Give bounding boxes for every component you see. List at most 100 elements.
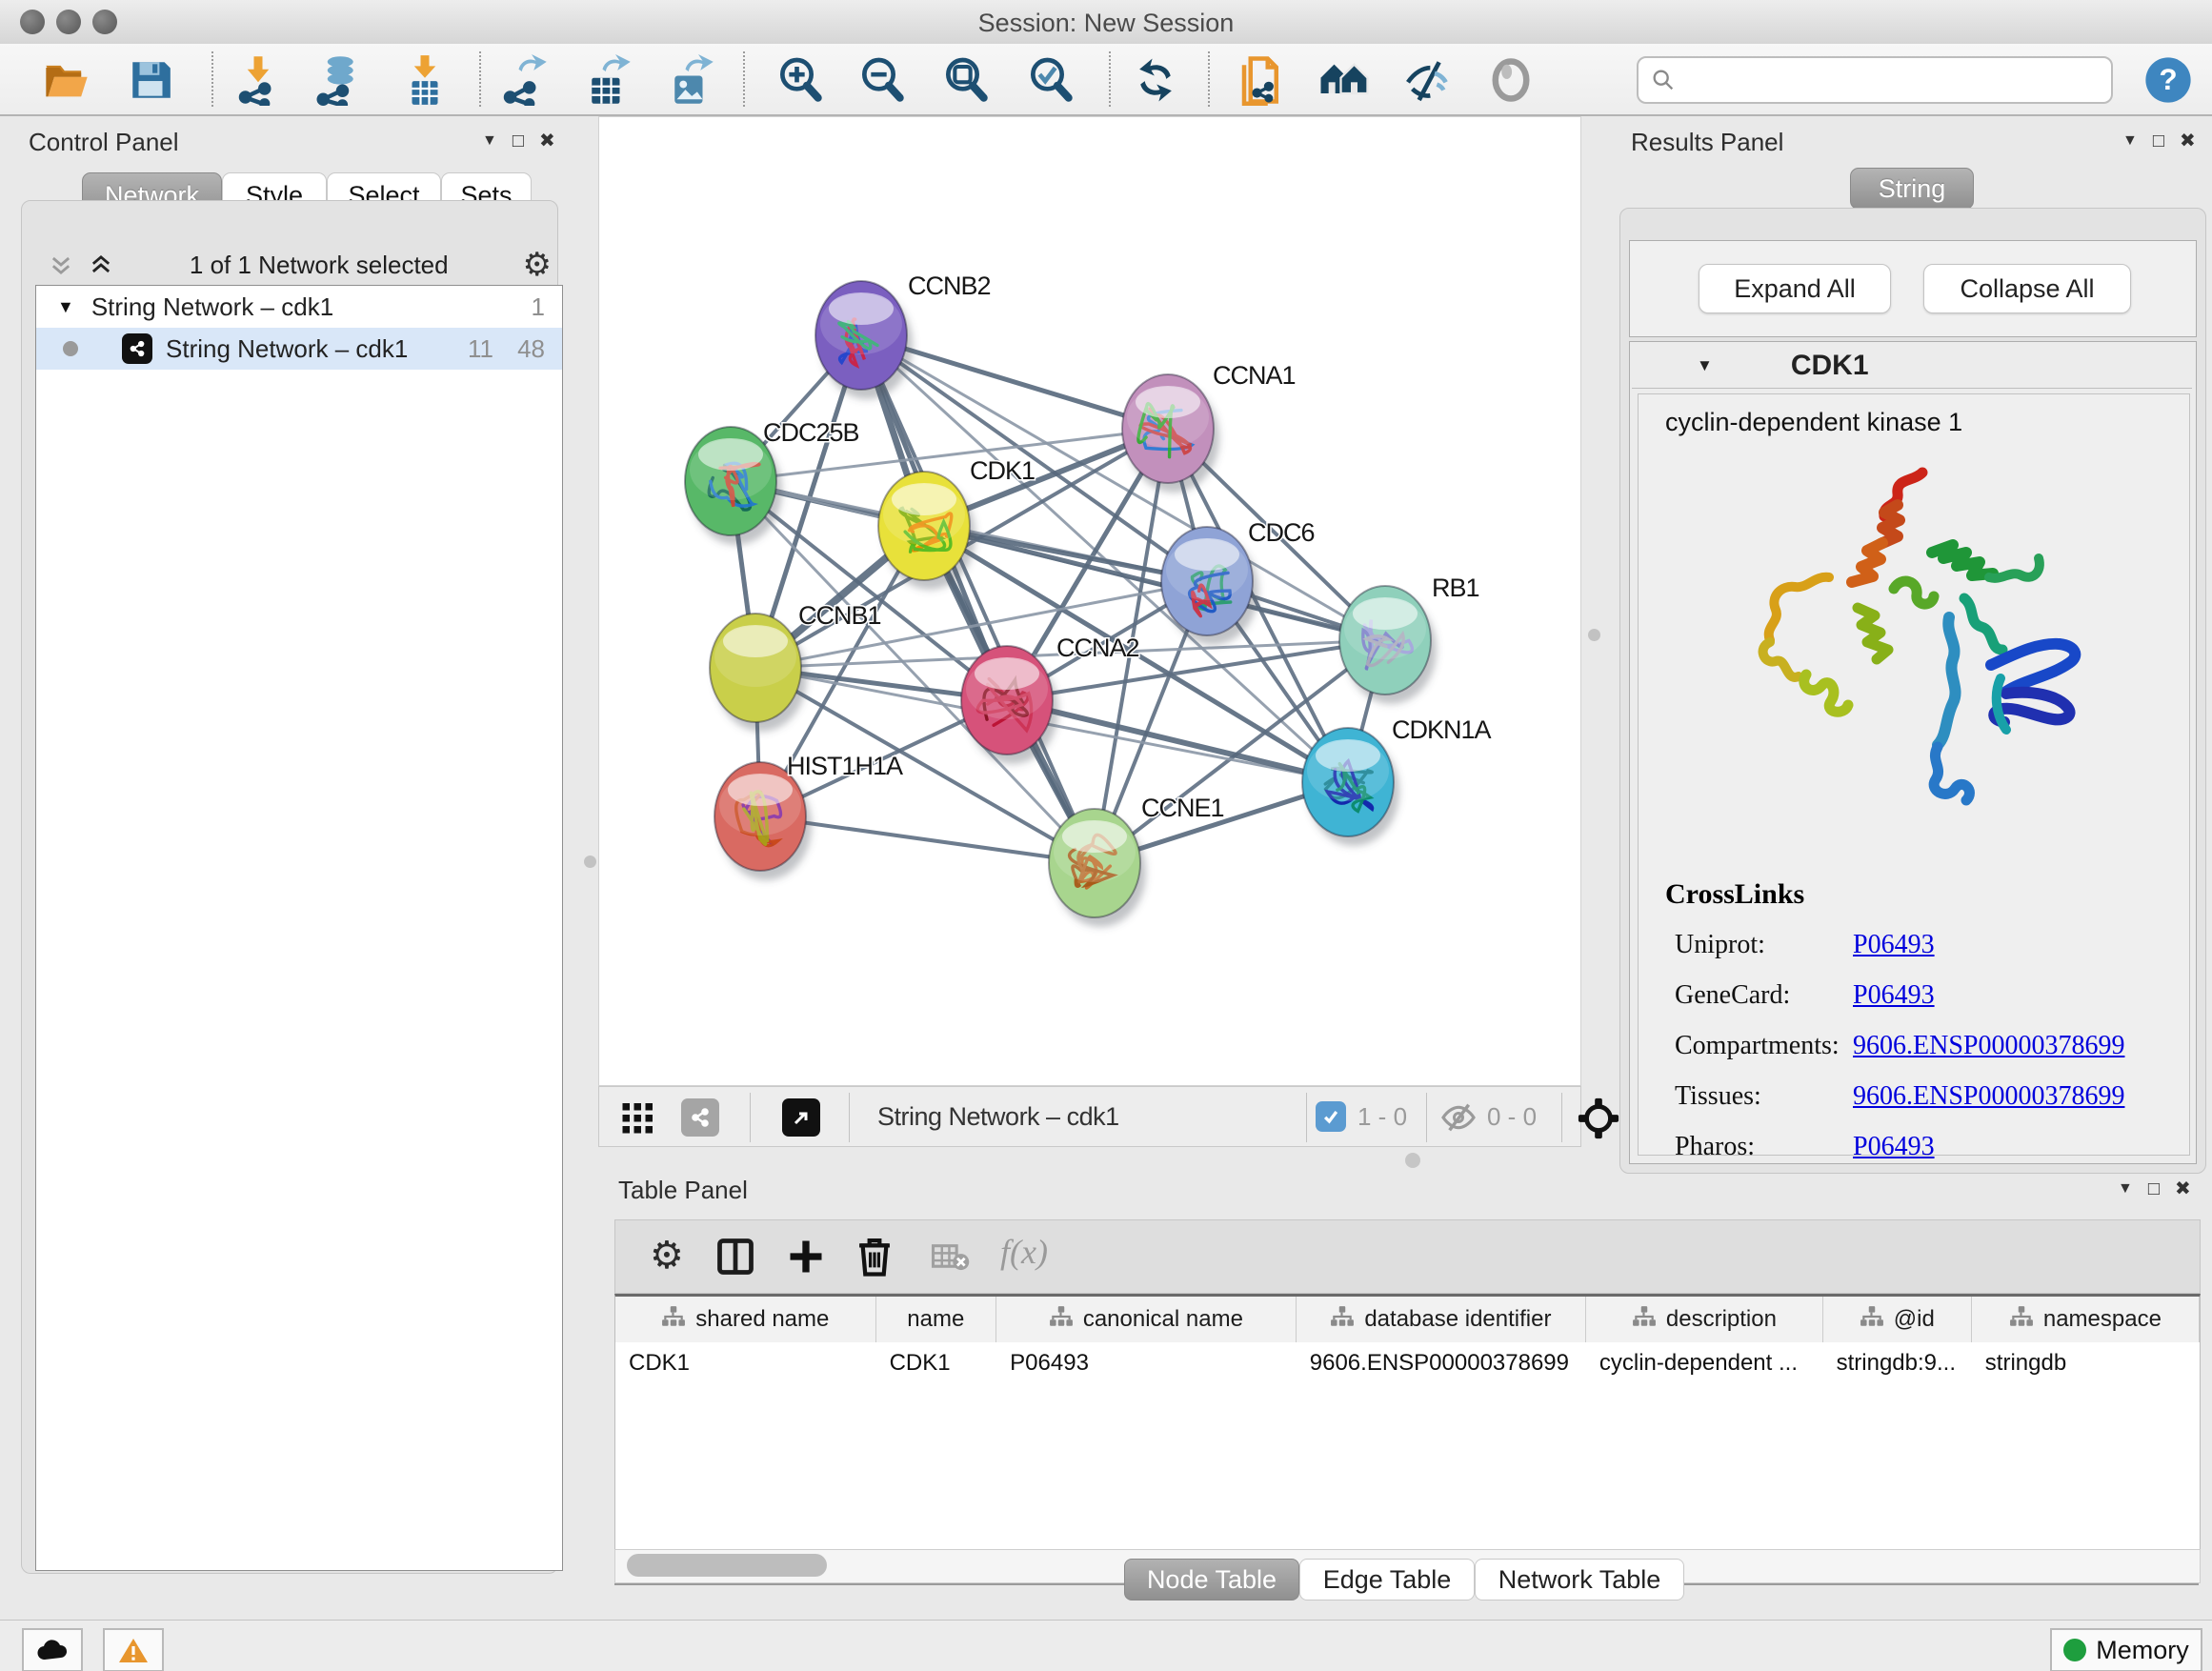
open-session-icon[interactable] xyxy=(39,52,94,108)
edge-CCNB2-CCNE1[interactable] xyxy=(861,335,1095,863)
network-view-canvas[interactable]: CCNB2CCNA1CDC25BCDK1CDC6RB1CCNB1CCNA2CDK… xyxy=(598,116,1581,1086)
export-table-icon[interactable] xyxy=(579,52,634,108)
cloud-button[interactable] xyxy=(22,1628,83,1671)
column-header-description[interactable]: description xyxy=(1586,1297,1823,1342)
column-label: database identifier xyxy=(1364,1306,1551,1333)
application-window: Session: New Session xyxy=(0,0,2212,1671)
import-network-from-file-icon[interactable] xyxy=(231,52,286,108)
tree-expander-icon[interactable]: ▼ xyxy=(57,297,74,317)
node-CDC6[interactable] xyxy=(1161,527,1258,645)
panel-close-icon[interactable]: ✖ xyxy=(2180,131,2196,151)
panel-float-icon[interactable]: □ xyxy=(2153,131,2164,151)
left-splitter-handle[interactable] xyxy=(584,856,596,868)
node-CDK1[interactable] xyxy=(878,472,975,590)
delete-column-trash-icon[interactable] xyxy=(854,1234,895,1278)
search-input[interactable] xyxy=(1637,56,2113,104)
cell-shared-name[interactable]: CDK1 xyxy=(615,1342,876,1384)
panel-menu-icon[interactable]: ▼ xyxy=(2118,1179,2133,1198)
tab-string[interactable]: String xyxy=(1850,168,1974,210)
cell-name[interactable]: CDK1 xyxy=(876,1342,997,1384)
help-icon[interactable]: ? xyxy=(2141,52,2196,108)
horizontal-splitter-handle[interactable] xyxy=(1405,1153,1420,1168)
zoom-out-icon[interactable] xyxy=(855,52,910,108)
crosslinks-heading: CrossLinks xyxy=(1665,878,1804,911)
clone-network-icon[interactable] xyxy=(1234,52,1289,108)
tab-edge-table[interactable]: Edge Table xyxy=(1299,1559,1475,1601)
node-RB1[interactable] xyxy=(1339,586,1437,704)
crosslink-link[interactable]: P06493 xyxy=(1853,1132,1935,1162)
export-network-icon[interactable] xyxy=(495,52,551,108)
zoom-in-icon[interactable] xyxy=(773,52,828,108)
create-column-plus-icon[interactable] xyxy=(785,1236,827,1278)
crosslink-link[interactable]: 9606.ENSP00000378699 xyxy=(1853,1031,2124,1061)
hide-graphics-details-icon[interactable] xyxy=(1400,52,1456,108)
crosslink-row: Tissues:9606.ENSP00000378699 xyxy=(1639,1072,2189,1122)
export-image-icon[interactable] xyxy=(662,52,717,108)
gene-description: cyclin-dependent kinase 1 xyxy=(1665,408,1962,437)
crosslink-link[interactable]: P06493 xyxy=(1853,980,1935,1011)
grid-mode-icon[interactable] xyxy=(620,1100,656,1135)
toolbar-separator xyxy=(1109,51,1111,107)
tab-node-table[interactable]: Node Table xyxy=(1124,1559,1299,1601)
node-CDKN1A[interactable] xyxy=(1302,728,1399,846)
network-row[interactable]: String Network – cdk1 11 48 xyxy=(36,328,562,370)
network-collection-row[interactable]: ▼ String Network – cdk1 1 xyxy=(36,286,562,328)
selected-checkbox[interactable] xyxy=(1316,1101,1346,1132)
cell-description[interactable]: cyclin-dependent ... xyxy=(1586,1342,1823,1384)
column-namespace-icon xyxy=(1632,1305,1657,1335)
memory-button[interactable]: Memory xyxy=(2050,1628,2202,1671)
warnings-button[interactable] xyxy=(103,1628,164,1671)
panel-close-icon[interactable]: ✖ xyxy=(2175,1179,2191,1198)
node-CCNE1[interactable] xyxy=(1049,809,1146,927)
node-label-CCNB2: CCNB2 xyxy=(908,272,991,300)
panel-menu-icon[interactable]: ▼ xyxy=(482,131,497,151)
hidden-count: 0 - 0 xyxy=(1487,1102,1537,1132)
birds-eye-view-icon[interactable] xyxy=(1577,1097,1620,1140)
edge-count: 48 xyxy=(517,334,545,364)
panel-float-icon[interactable]: □ xyxy=(513,131,524,151)
crosslink-link[interactable]: 9606.ENSP00000378699 xyxy=(1853,1081,2124,1112)
show-columns-icon[interactable] xyxy=(714,1236,756,1278)
column-header-shared-name[interactable]: shared name xyxy=(615,1297,876,1342)
cell-database-identifier[interactable]: 9606.ENSP00000378699 xyxy=(1297,1342,1586,1384)
gear-icon[interactable]: ⚙ xyxy=(523,246,552,284)
network-view-title: String Network – cdk1 xyxy=(877,1102,1119,1132)
collapse-all-icon[interactable] xyxy=(47,252,75,278)
right-splitter-handle[interactable] xyxy=(1588,629,1600,641)
column-header-namespace[interactable]: namespace xyxy=(1972,1297,2200,1342)
node-CCNB1[interactable] xyxy=(710,614,807,732)
panel-close-icon[interactable]: ✖ xyxy=(539,131,555,151)
network-mode-icon[interactable] xyxy=(681,1098,719,1137)
import-table-from-file-icon[interactable] xyxy=(397,52,452,108)
save-session-icon[interactable] xyxy=(123,52,178,108)
gene-header-row[interactable]: ▼ CDK1 xyxy=(1632,344,2192,389)
column-header-@id[interactable]: @id xyxy=(1823,1297,1972,1342)
table-settings-gear-icon[interactable]: ⚙ xyxy=(650,1234,684,1278)
node-CCNA2[interactable] xyxy=(961,646,1058,764)
node-CCNA1[interactable] xyxy=(1122,374,1219,493)
panel-float-icon[interactable]: □ xyxy=(2148,1179,2160,1198)
expand-all-icon[interactable] xyxy=(87,252,115,278)
status-bar: Memory xyxy=(0,1620,2212,1671)
scrollbar-thumb[interactable] xyxy=(627,1554,827,1577)
column-header-canonical-name[interactable]: canonical name xyxy=(996,1297,1297,1342)
cell-@id[interactable]: stringdb:9... xyxy=(1823,1342,1972,1384)
zoom-fit-icon[interactable] xyxy=(938,52,994,108)
column-header-name[interactable]: name xyxy=(876,1297,996,1342)
expand-all-button[interactable]: Expand All xyxy=(1699,264,1891,313)
cell-canonical-name[interactable]: P06493 xyxy=(996,1342,1297,1384)
collapse-all-button[interactable]: Collapse All xyxy=(1923,264,2131,313)
tab-network-table[interactable]: Network Table xyxy=(1475,1559,1684,1601)
panel-menu-icon[interactable]: ▼ xyxy=(2122,131,2138,151)
zoom-selected-icon[interactable] xyxy=(1023,52,1078,108)
node-CCNB2[interactable] xyxy=(815,281,913,399)
cell-namespace[interactable]: stringdb xyxy=(1972,1342,2200,1384)
import-network-from-database-icon[interactable] xyxy=(311,52,366,108)
refresh-icon[interactable] xyxy=(1128,52,1183,108)
table-row[interactable]: CDK1CDK1P064939606.ENSP00000378699cyclin… xyxy=(615,1342,2200,1384)
detach-view-icon[interactable] xyxy=(782,1098,820,1137)
column-header-database-identifier[interactable]: database identifier xyxy=(1297,1297,1586,1342)
collapse-gene-icon[interactable]: ▼ xyxy=(1697,356,1713,375)
crosslink-link[interactable]: P06493 xyxy=(1853,930,1935,960)
first-neighbors-icon[interactable] xyxy=(1317,52,1372,108)
